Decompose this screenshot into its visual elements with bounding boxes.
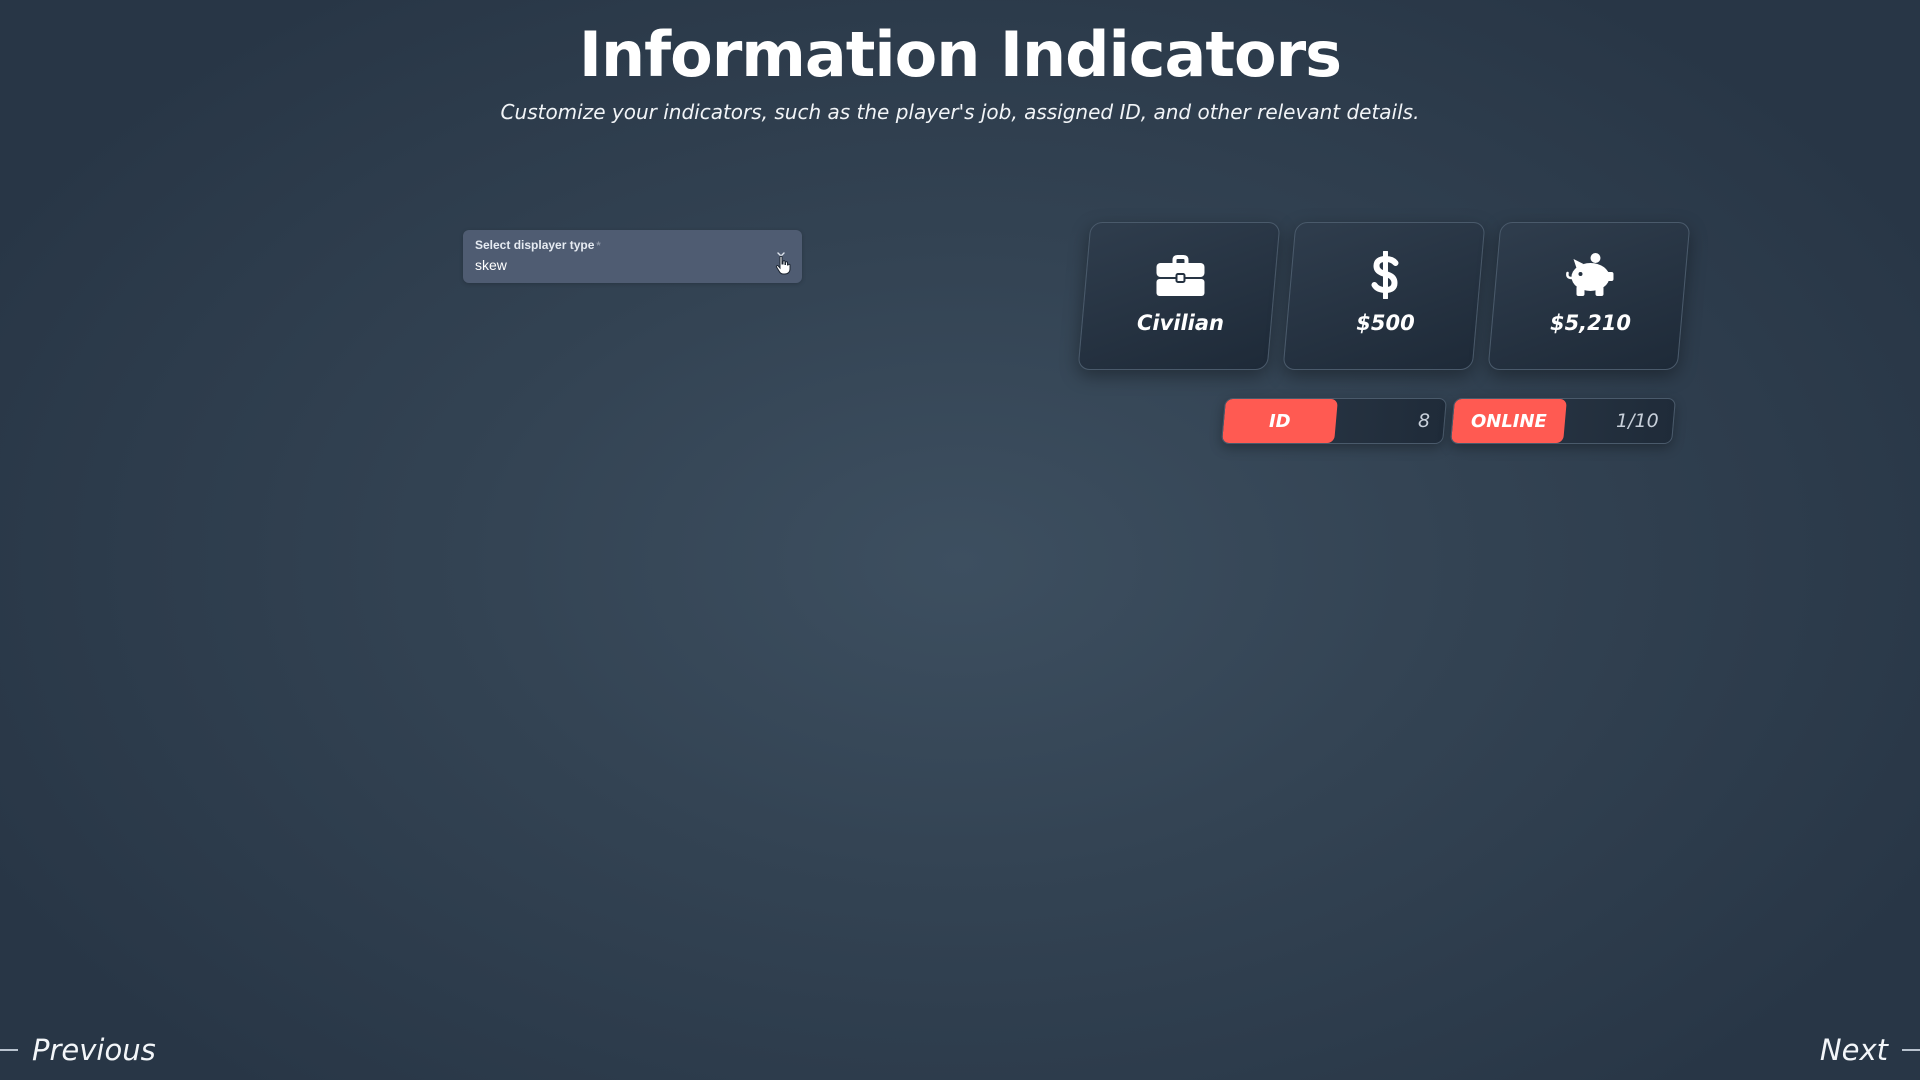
- next-button[interactable]: Next: [1820, 1033, 1920, 1067]
- page-header: Information Indicators Customize your in…: [0, 18, 1920, 125]
- previous-line: [0, 1049, 18, 1051]
- page-title: Information Indicators: [578, 18, 1342, 91]
- displayer-type-select[interactable]: Select displayer type * skew: [463, 230, 802, 283]
- displayer-type-value: skew: [475, 257, 507, 273]
- next-line: [1902, 1049, 1920, 1051]
- id-indicator: ID 8: [1220, 398, 1448, 444]
- next-label: Next: [1819, 1033, 1888, 1067]
- cash-value: $500: [1356, 311, 1415, 335]
- hand-cursor-icon: [775, 255, 791, 275]
- displayer-type-label: Select displayer type *: [475, 238, 601, 252]
- id-indicator-value: 8: [1417, 410, 1430, 432]
- briefcase-icon: [1156, 255, 1205, 296]
- job-card: Civilian: [1077, 222, 1281, 370]
- dollar-icon: [1371, 251, 1399, 299]
- required-mark: *: [596, 240, 601, 252]
- online-indicator: ONLINE 1/10: [1449, 398, 1677, 444]
- previous-label: Previous: [32, 1033, 156, 1067]
- cash-card: $500: [1282, 222, 1486, 370]
- job-value: Civilian: [1136, 311, 1224, 335]
- piggy-bank-icon: [1566, 253, 1614, 296]
- online-indicator-label: ONLINE: [1451, 399, 1567, 443]
- previous-button[interactable]: Previous: [0, 1033, 156, 1067]
- online-indicator-value: 1/10: [1616, 410, 1659, 432]
- bank-card: $5,210: [1487, 222, 1691, 370]
- page-subtitle: Customize your indicators, such as the p…: [500, 100, 1420, 124]
- id-indicator-label: ID: [1222, 399, 1338, 443]
- bank-value: $5,210: [1549, 311, 1632, 335]
